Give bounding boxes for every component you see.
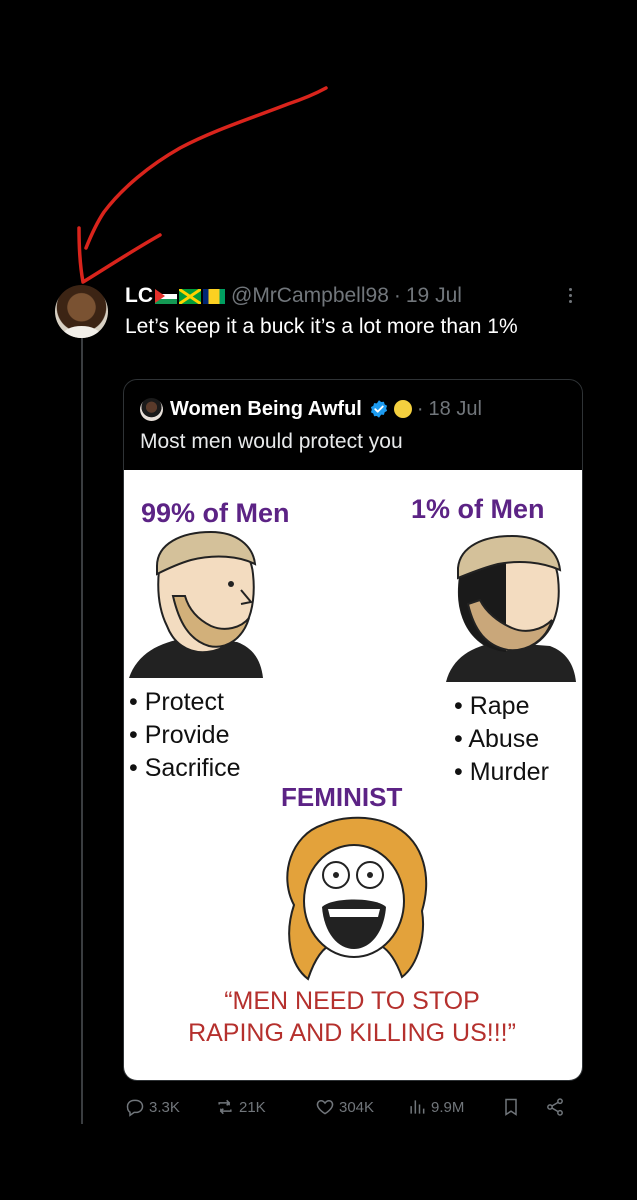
left-bullet-list: Protect Provide Sacrifice (129, 686, 241, 785)
quoted-header: Women Being Awful · 18 Jul (140, 396, 482, 422)
like-count: 304K (339, 1098, 375, 1116)
quoted-text: Most men would protect you (140, 430, 403, 453)
tweet-date[interactable]: 19 Jul (406, 284, 462, 308)
red-arrow-annotation (77, 86, 328, 284)
dark-chad-face-icon (446, 534, 576, 682)
list-item: Sacrifice (129, 752, 241, 785)
share-icon (547, 1098, 563, 1116)
reply-count: 3.3K (149, 1098, 180, 1116)
repost-count: 21K (239, 1098, 266, 1116)
feminist-label: FEMINIST (281, 782, 403, 812)
bookmark-icon (505, 1098, 517, 1116)
tweet-text: Let’s keep it a buck it’s a lot more tha… (125, 315, 518, 338)
author-handle[interactable]: @MrCampbell98 (231, 284, 389, 308)
avatar[interactable] (55, 285, 108, 338)
list-item: Murder (454, 756, 549, 789)
saint-vincent-flag-icon (203, 288, 225, 304)
quoted-tweet[interactable]: Women Being Awful · 18 Jul Most men woul… (123, 379, 583, 1081)
verified-badge-icon (370, 400, 387, 418)
quoted-date[interactable]: 18 Jul (429, 398, 482, 421)
right-title: 1% of Men (411, 494, 545, 524)
quoted-avatar[interactable] (140, 397, 163, 421)
tweet-header: LC @MrCampbell98 · 19 Jul (125, 281, 462, 311)
quoted-separator: · (416, 397, 424, 420)
heart-icon (316, 1099, 334, 1115)
repost-icon (218, 1099, 232, 1115)
list-item: Abuse (454, 723, 549, 756)
bookmark-button[interactable] (501, 1094, 521, 1120)
more-options-icon[interactable] (560, 283, 580, 307)
gold-badge-icon (393, 400, 412, 418)
views-button[interactable]: 9.9M (407, 1094, 464, 1120)
list-item: Rape (454, 690, 549, 723)
flag-emojis (155, 288, 225, 304)
list-item: Protect (129, 686, 241, 719)
jamaica-flag-icon (179, 288, 201, 304)
author-name[interactable]: LC (125, 284, 153, 308)
reply-button[interactable]: 3.3K (125, 1094, 180, 1120)
like-button[interactable]: 304K (315, 1094, 374, 1120)
thread-line (81, 338, 83, 1124)
left-title: 99% of Men (141, 498, 290, 528)
meme-image[interactable]: 99% of Men 1% of Men Protect Provide Sac… (124, 470, 582, 1080)
reply-icon (126, 1099, 144, 1117)
meme-quote: “MEN NEED TO STOP RAPING AND KILLING US!… (188, 987, 516, 1047)
share-button[interactable] (545, 1094, 565, 1120)
rage-face-icon (286, 816, 428, 981)
chad-face-icon (129, 530, 263, 678)
views-icon (410, 1100, 425, 1114)
quoted-author-name[interactable]: Women Being Awful (170, 398, 362, 421)
repost-button[interactable]: 21K (215, 1094, 266, 1120)
palestine-flag-icon (155, 288, 177, 304)
action-bar: 3.3K 21K 304K 9.9M (125, 1094, 585, 1120)
separator-dot: · (393, 284, 401, 307)
right-bullet-list: Rape Abuse Murder (454, 690, 549, 789)
views-count: 9.9M (431, 1098, 465, 1116)
list-item: Provide (129, 719, 241, 752)
